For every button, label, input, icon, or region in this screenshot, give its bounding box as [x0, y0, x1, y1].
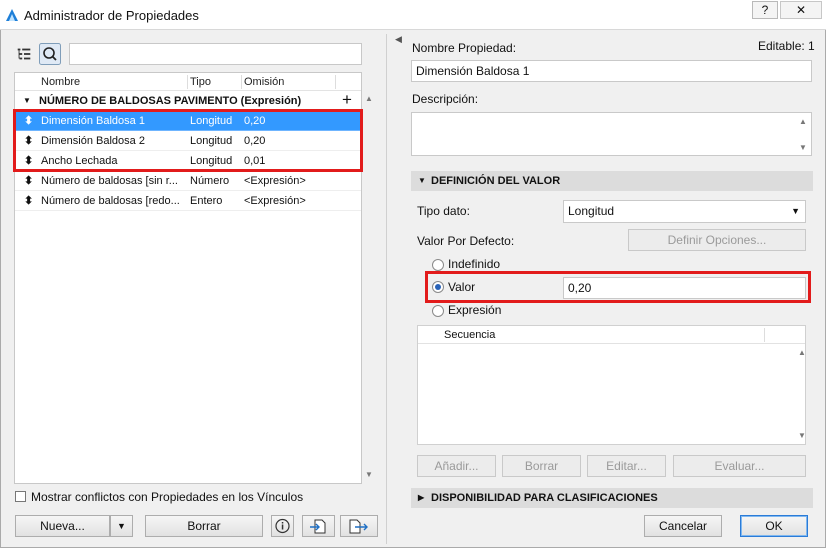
editable-label: Editable: 1: [758, 39, 815, 53]
evaluate-button[interactable]: Evaluar...: [673, 455, 806, 477]
property-name-label: Nombre Propiedad:: [412, 41, 517, 55]
new-button[interactable]: Nueva...: [15, 515, 110, 537]
show-conflicts-checkbox[interactable]: [15, 491, 26, 502]
row-type: Longitud: [190, 155, 233, 167]
collapse-panel-arrow-icon[interactable]: ◀: [395, 34, 402, 45]
radio-undefined-label[interactable]: Indefinido: [448, 257, 500, 271]
tree-view-icon[interactable]: [14, 44, 34, 64]
scroll-down-arrow-icon[interactable]: ▼: [799, 143, 807, 152]
info-button[interactable]: [271, 515, 294, 537]
group-row[interactable]: ▼ NÚMERO DE BALDOSAS PAVIMENTO (Expresió…: [15, 90, 361, 111]
row-type: Longitud: [190, 135, 233, 147]
radio-undefined[interactable]: [432, 259, 444, 271]
sequence-list: Secuencia ▲ ▼: [417, 325, 806, 445]
row-name: Dimensión Baldosa 1: [41, 115, 145, 127]
column-type[interactable]: Tipo: [190, 76, 211, 88]
drag-handle-icon[interactable]: ⬍: [24, 111, 33, 131]
row-default: <Expresión>: [244, 175, 306, 187]
row-type: Longitud: [190, 115, 233, 127]
collapse-triangle-icon[interactable]: ▼: [23, 96, 31, 105]
property-list: Nombre Tipo Omisión ▼ NÚMERO DE BALDOSAS…: [14, 72, 362, 484]
description-label: Descripción:: [412, 92, 479, 106]
row-type: Número: [190, 175, 230, 187]
table-row[interactable]: ⬍ Número de baldosas [redo... Entero <Ex…: [15, 191, 361, 211]
radio-expression[interactable]: [432, 305, 444, 317]
new-dropdown-icon[interactable]: ▼: [110, 515, 133, 537]
scroll-up-arrow-icon[interactable]: ▲: [798, 348, 806, 357]
help-button[interactable]: ?: [752, 1, 778, 19]
data-type-label: Tipo dato:: [417, 204, 470, 218]
import-button[interactable]: [302, 515, 335, 537]
row-name: Número de baldosas [redo...: [41, 195, 180, 207]
search-input[interactable]: [69, 43, 362, 65]
radio-value-label[interactable]: Valor: [448, 280, 475, 294]
scroll-up-arrow-icon[interactable]: ▲: [799, 117, 807, 126]
expand-triangle-icon[interactable]: ▼: [418, 171, 426, 191]
table-row[interactable]: ⬍ Dimensión Baldosa 2 Longitud 0,20: [15, 131, 361, 151]
row-name: Ancho Lechada: [41, 155, 118, 167]
window-title: Administrador de Propiedades: [24, 8, 199, 23]
radio-value[interactable]: [432, 281, 444, 293]
edit-button[interactable]: Editar...: [587, 455, 666, 477]
scroll-up-arrow-icon[interactable]: ▲: [365, 94, 373, 103]
cancel-button[interactable]: Cancelar: [644, 515, 722, 537]
row-name: Dimensión Baldosa 2: [41, 135, 145, 147]
column-separator: [241, 75, 242, 89]
expand-triangle-icon[interactable]: ▶: [418, 488, 424, 508]
drag-handle-icon[interactable]: ⬍: [24, 171, 33, 191]
row-name: Número de baldosas [sin r...: [41, 175, 178, 187]
table-row[interactable]: ⬍ Número de baldosas [sin r... Número <E…: [15, 171, 361, 191]
value-input[interactable]: 0,20: [563, 277, 806, 299]
drag-handle-icon[interactable]: ⬍: [24, 151, 33, 171]
value-definition-section[interactable]: ▼ DEFINICIÓN DEL VALOR: [411, 171, 813, 191]
section-title: DEFINICIÓN DEL VALOR: [431, 175, 561, 187]
delete-button[interactable]: Borrar: [145, 515, 263, 537]
availability-section[interactable]: ▶ DISPONIBILIDAD PARA CLASIFICACIONES: [411, 488, 813, 508]
drag-handle-icon[interactable]: ⬍: [24, 191, 33, 211]
column-separator: [764, 328, 765, 342]
row-default: 0,01: [244, 155, 266, 167]
scroll-down-arrow-icon[interactable]: ▼: [798, 431, 806, 440]
export-icon: [349, 519, 368, 534]
close-button[interactable]: ✕: [780, 1, 822, 19]
row-default: 0,20: [244, 135, 266, 147]
sequence-header[interactable]: Secuencia: [444, 329, 495, 341]
property-name-input[interactable]: Dimensión Baldosa 1: [411, 60, 812, 82]
column-separator: [187, 75, 188, 89]
panel-divider: [386, 34, 387, 544]
table-row[interactable]: ⬍ Dimensión Baldosa 1 Longitud 0,20: [15, 111, 361, 131]
description-input[interactable]: [411, 112, 812, 156]
radio-expression-label[interactable]: Expresión: [448, 303, 501, 317]
search-icon[interactable]: [39, 43, 61, 65]
import-icon: [310, 519, 326, 534]
data-type-value: Longitud: [568, 204, 615, 218]
default-value-label: Valor Por Defecto:: [417, 234, 515, 248]
drag-handle-icon[interactable]: ⬍: [24, 131, 33, 151]
row-default: <Expresión>: [244, 195, 306, 207]
ok-button[interactable]: OK: [740, 515, 808, 537]
scroll-down-arrow-icon[interactable]: ▼: [365, 470, 373, 479]
delete-sequence-button[interactable]: Borrar: [502, 455, 581, 477]
group-label: NÚMERO DE BALDOSAS PAVIMENTO (Expresión): [39, 95, 302, 107]
table-row[interactable]: ⬍ Ancho Lechada Longitud 0,01: [15, 151, 361, 171]
column-separator: [335, 75, 336, 89]
define-options-button[interactable]: Definir Opciones...: [628, 229, 806, 251]
row-type: Entero: [190, 195, 223, 207]
section-title: DISPONIBILIDAD PARA CLASIFICACIONES: [431, 492, 658, 504]
show-conflicts-label: Mostrar conflictos con Propiedades en lo…: [31, 490, 304, 504]
chevron-down-icon: ▼: [791, 206, 800, 216]
info-icon: [275, 518, 290, 534]
column-name[interactable]: Nombre: [41, 76, 80, 88]
export-button[interactable]: [340, 515, 378, 537]
archicad-app-icon: [6, 9, 18, 21]
list-header: Nombre Tipo Omisión: [15, 73, 361, 91]
add-button[interactable]: Añadir...: [417, 455, 496, 477]
title-bar: Administrador de Propiedades ? ✕: [0, 0, 826, 30]
add-icon[interactable]: +: [342, 90, 352, 110]
row-default: 0,20: [244, 115, 266, 127]
sequence-header-row: Secuencia: [418, 326, 805, 344]
column-default[interactable]: Omisión: [244, 76, 284, 88]
data-type-select[interactable]: Longitud ▼: [563, 200, 806, 223]
